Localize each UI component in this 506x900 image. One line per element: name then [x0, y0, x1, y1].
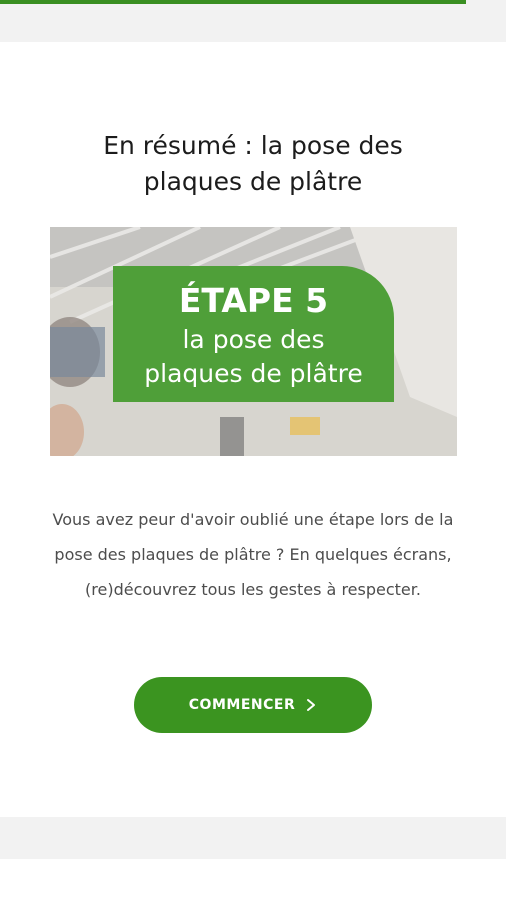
- step-badge: ÉTAPE 5 la pose des plaques de plâtre: [113, 266, 394, 402]
- step-label: ÉTAPE 5: [178, 281, 329, 320]
- top-bar: [0, 0, 506, 42]
- start-button[interactable]: COMMENCER: [134, 677, 372, 733]
- start-button-label: COMMENCER: [188, 697, 296, 713]
- page-title: En résumé : la pose des plaques de plâtr…: [103, 131, 403, 196]
- content-card: En résumé : la pose des plaques de plâtr…: [0, 42, 506, 817]
- hero-image: ÉTAPE 5 la pose des plaques de plâtre: [50, 227, 457, 456]
- chevron-right-icon: [307, 699, 316, 711]
- progress-bar: [0, 0, 466, 4]
- bottom-bar: [0, 817, 506, 859]
- description-text: Vous avez peur d'avoir oublié une étape …: [52, 510, 454, 599]
- step-caption: la pose des plaques de plâtre: [144, 325, 363, 388]
